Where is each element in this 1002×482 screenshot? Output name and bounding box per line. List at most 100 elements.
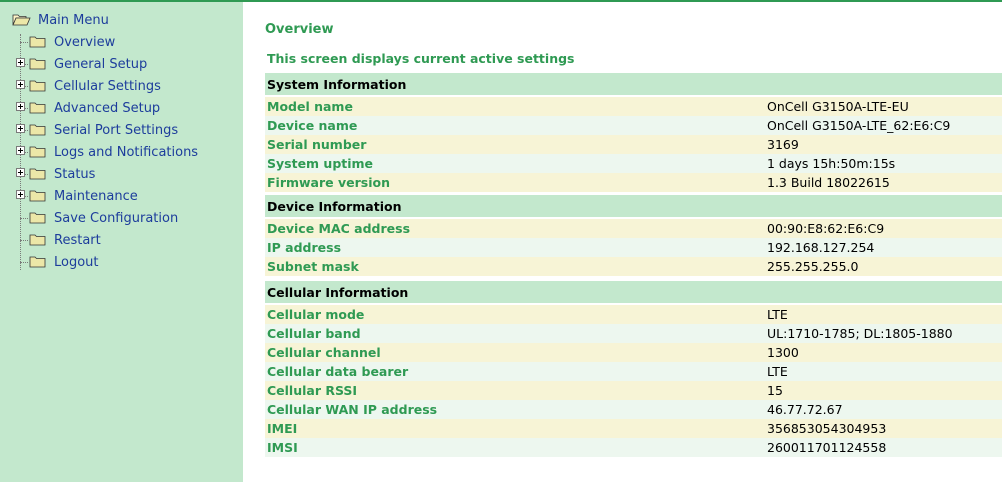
- table-row: Cellular WAN IP address 46.77.72.67: [265, 400, 1002, 419]
- table-row: IP address 192.168.127.254: [265, 238, 1002, 257]
- row-label: Firmware version: [267, 175, 390, 190]
- table-row: Cellular mode LTE: [265, 305, 1002, 324]
- folder-icon: [29, 212, 46, 224]
- row-label: IMSI: [267, 440, 298, 455]
- tree-branch: [20, 42, 28, 43]
- row-value: OnCell G3150A-LTE_62:E6:C9: [767, 118, 951, 133]
- table-row: Cellular data bearer LTE: [265, 362, 1002, 381]
- sidebar-item-label: Status: [54, 166, 96, 182]
- sidebar-item-general-setup[interactable]: General Setup: [0, 54, 220, 74]
- page-title: Overview: [265, 22, 334, 37]
- row-value: 192.168.127.254: [767, 240, 875, 255]
- main-content: Overview This screen displays current ac…: [243, 2, 1002, 482]
- expand-icon[interactable]: [16, 102, 25, 111]
- folder-icon: [29, 58, 46, 70]
- table-row: IMEI 356853054304953: [265, 419, 1002, 438]
- row-value: LTE: [767, 364, 788, 379]
- sidebar-item-label: Main Menu: [38, 12, 109, 28]
- row-value: OnCell G3150A-LTE-EU: [767, 99, 909, 114]
- row-value: UL:1710-1785; DL:1805-1880: [767, 326, 953, 341]
- section-header-device-information: Device Information: [265, 195, 1002, 217]
- folder-icon: [29, 36, 46, 48]
- sidebar-item-logout[interactable]: Logout: [0, 252, 220, 272]
- sidebar-item-save-configuration[interactable]: Save Configuration: [0, 208, 220, 228]
- folder-icon: [29, 146, 46, 158]
- table-row: Subnet mask 255.255.255.0: [265, 257, 1002, 276]
- expand-icon[interactable]: [16, 58, 25, 67]
- row-value: 3169: [767, 137, 799, 152]
- sidebar-item-label: Restart: [54, 232, 101, 248]
- expand-icon[interactable]: [16, 190, 25, 199]
- expand-icon[interactable]: [16, 124, 25, 133]
- sidebar-item-overview[interactable]: Overview: [0, 32, 200, 52]
- sidebar-item-label: Overview: [54, 34, 116, 50]
- row-value: 00:90:E8:62:E6:C9: [767, 221, 885, 236]
- row-value: 1300: [767, 345, 799, 360]
- table-row: Device MAC address 00:90:E8:62:E6:C9: [265, 219, 1002, 238]
- expand-icon[interactable]: [16, 80, 25, 89]
- row-label: IMEI: [267, 421, 298, 436]
- tree-branch: [20, 240, 28, 241]
- table-row: Model name OnCell G3150A-LTE-EU: [265, 97, 1002, 116]
- row-label: Cellular data bearer: [267, 364, 409, 379]
- section-header-cellular-information: Cellular Information: [265, 281, 1002, 303]
- sidebar-item-main-menu[interactable]: Main Menu: [12, 10, 132, 30]
- expand-icon[interactable]: [16, 146, 25, 155]
- folder-icon: [29, 234, 46, 246]
- sidebar-item-advanced-setup[interactable]: Advanced Setup: [0, 98, 220, 118]
- table-row: Firmware version 1.3 Build 18022615: [265, 173, 1002, 192]
- folder-icon: [29, 168, 46, 180]
- sidebar-item-label: Serial Port Settings: [54, 122, 179, 138]
- sidebar-item-label: Logout: [54, 254, 99, 270]
- sidebar-item-label: Cellular Settings: [54, 78, 161, 94]
- row-value: LTE: [767, 307, 788, 322]
- table-row: IMSI 260011701124558: [265, 438, 1002, 457]
- row-value: 1.3 Build 18022615: [767, 175, 890, 190]
- sidebar-item-cellular-settings[interactable]: Cellular Settings: [0, 76, 220, 96]
- row-value: 15: [767, 383, 783, 398]
- section-header-system-information: System Information: [265, 73, 1002, 95]
- row-value: 260011701124558: [767, 440, 887, 455]
- row-label: System uptime: [267, 156, 374, 171]
- row-label: Cellular channel: [267, 345, 381, 360]
- row-value: 255.255.255.0: [767, 259, 859, 274]
- row-value: 46.77.72.67: [767, 402, 843, 417]
- expand-icon[interactable]: [16, 168, 25, 177]
- table-row: System uptime 1 days 15h:50m:15s: [265, 154, 1002, 173]
- sidebar-item-restart[interactable]: Restart: [0, 230, 220, 250]
- sidebar-item-maintenance[interactable]: Maintenance: [0, 186, 220, 206]
- row-label: IP address: [267, 240, 342, 255]
- folder-icon: [29, 80, 46, 92]
- folder-icon: [29, 256, 46, 268]
- sidebar-item-label: Maintenance: [54, 188, 138, 204]
- tree-branch: [20, 218, 28, 219]
- sidebar-item-serial-port-settings[interactable]: Serial Port Settings: [0, 120, 220, 140]
- sidebar-item-label: Save Configuration: [54, 210, 179, 226]
- folder-icon: [29, 124, 46, 136]
- row-label: Cellular RSSI: [267, 383, 358, 398]
- table-row: Device name OnCell G3150A-LTE_62:E6:C9: [265, 116, 1002, 135]
- row-label: Cellular band: [267, 326, 361, 341]
- page-description: This screen displays current active sett…: [267, 51, 575, 66]
- row-value: 1 days 15h:50m:15s: [767, 156, 896, 171]
- row-label: Cellular mode: [267, 307, 365, 322]
- table-row: Cellular RSSI 15: [265, 381, 1002, 400]
- row-label: Model name: [267, 99, 353, 114]
- sidebar-nav: Main Menu Overview General Setup Cellula…: [0, 2, 243, 482]
- table-row: Cellular band UL:1710-1785; DL:1805-1880: [265, 324, 1002, 343]
- table-row: Serial number 3169: [265, 135, 1002, 154]
- sidebar-item-logs-notifications[interactable]: Logs and Notifications: [0, 142, 230, 162]
- table-row: Cellular channel 1300: [265, 343, 1002, 362]
- sidebar-item-label: Logs and Notifications: [54, 144, 199, 160]
- folder-icon: [29, 102, 46, 114]
- open-folder-icon: [12, 14, 31, 26]
- sidebar-item-status[interactable]: Status: [0, 164, 220, 184]
- folder-icon: [29, 190, 46, 202]
- row-value: 356853054304953: [767, 421, 887, 436]
- row-label: Cellular WAN IP address: [267, 402, 438, 417]
- row-label: Device MAC address: [267, 221, 411, 236]
- sidebar-item-label: General Setup: [54, 56, 148, 72]
- sidebar-item-label: Advanced Setup: [54, 100, 161, 116]
- row-label: Device name: [267, 118, 358, 133]
- tree-branch: [20, 262, 28, 263]
